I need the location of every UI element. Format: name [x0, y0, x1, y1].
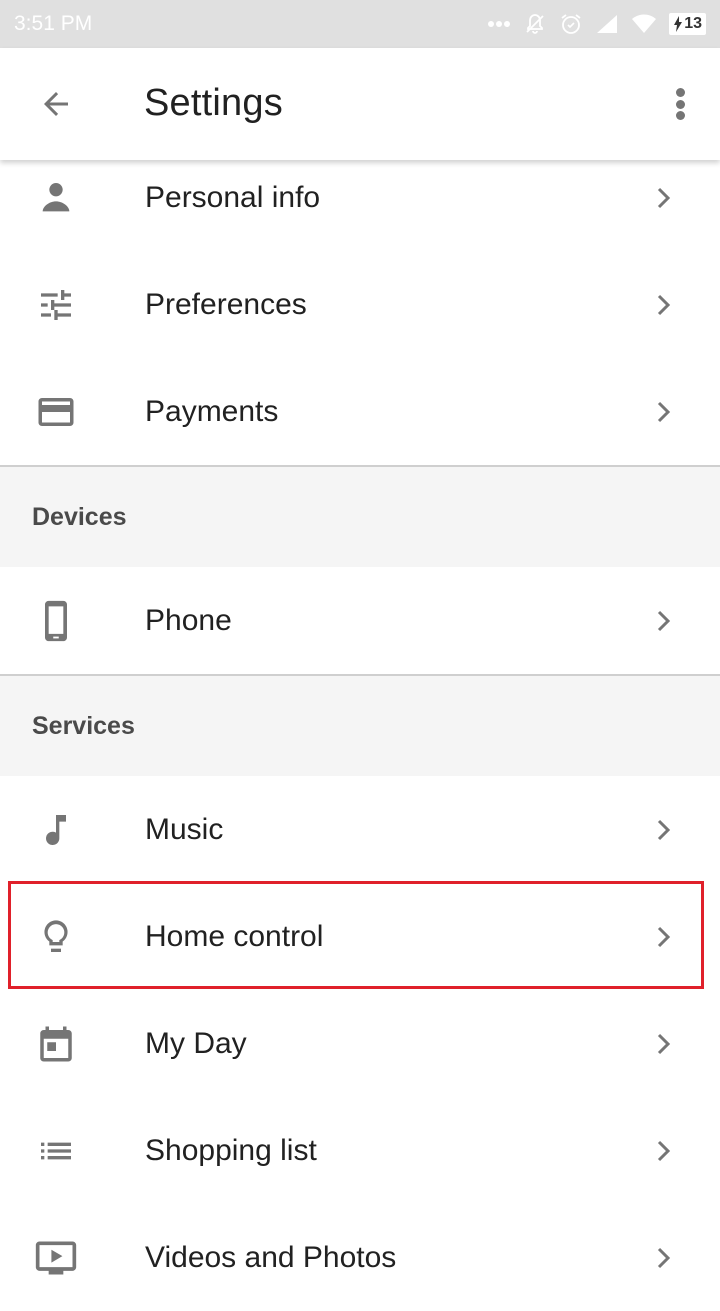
settings-item-label: Videos and Photos: [145, 1240, 397, 1274]
status-bar: 3:51 PM 13: [0, 0, 720, 48]
settings-item-label: Payments: [145, 394, 279, 428]
more-vert-icon: [675, 88, 685, 97]
chevron-right-icon: [657, 1033, 671, 1054]
section-header-services: Services: [0, 674, 720, 776]
list-icon: [34, 1129, 78, 1173]
settings-item-label: Phone: [145, 603, 232, 637]
app-bar: Settings: [0, 48, 720, 160]
settings-item-home-control[interactable]: Home control: [0, 883, 720, 990]
chevron-right-icon: [657, 1247, 671, 1268]
settings-item-my-day[interactable]: My Day: [0, 990, 720, 1097]
chevron-right-icon: [657, 1140, 671, 1161]
signal-icon: [597, 15, 618, 33]
smartphone-icon: [34, 599, 78, 643]
calendar-icon: [34, 1022, 78, 1066]
wifi-icon: [632, 14, 657, 33]
battery-indicator: 13: [669, 13, 706, 35]
lightbulb-icon: [34, 915, 78, 959]
alarm-icon: [561, 14, 581, 34]
more-dots-icon: [488, 21, 511, 27]
music-note-icon: [34, 808, 78, 852]
settings-item-label: Preferences: [145, 287, 307, 321]
settings-item-label: My Day: [145, 1026, 247, 1060]
more-vert-dot: [675, 99, 685, 109]
settings-item-preferences[interactable]: Preferences: [0, 251, 720, 358]
arrow-back-icon: [44, 92, 68, 116]
status-icons: 13: [487, 12, 706, 36]
settings-item-label: Shopping list: [145, 1133, 317, 1167]
credit-card-icon: [34, 390, 78, 434]
battery-level: 13: [684, 15, 702, 32]
settings-item-shopping-list[interactable]: Shopping list: [0, 1097, 720, 1204]
more-options-button[interactable]: [668, 84, 692, 124]
tune-icon: [34, 283, 78, 327]
settings-item-payments[interactable]: Payments: [0, 358, 720, 465]
chevron-right-icon: [657, 401, 671, 422]
more-vert-dot: [675, 111, 685, 120]
back-button[interactable]: [32, 84, 80, 124]
settings-item-label: Personal info: [145, 180, 321, 214]
person-icon: [34, 176, 78, 220]
settings-item-label: Home control: [145, 919, 324, 953]
settings-item-music[interactable]: Music: [0, 776, 720, 883]
settings-item-personal-info[interactable]: Personal info: [0, 144, 720, 251]
settings-item-phone[interactable]: Phone: [0, 567, 720, 674]
chevron-right-icon: [657, 187, 671, 208]
silent-bell-icon: [526, 14, 544, 34]
battery-charging-icon: [674, 16, 683, 32]
chevron-right-icon: [657, 819, 671, 840]
chevron-right-icon: [657, 926, 671, 947]
settings-item-videos-photos[interactable]: Videos and Photos: [0, 1204, 720, 1311]
settings-item-label: Music: [145, 812, 224, 846]
chevron-right-icon: [657, 294, 671, 315]
section-header-devices: Devices: [0, 465, 720, 567]
status-time: 3:51 PM: [14, 12, 93, 35]
settings-list: Personal info Preferences Payments Devic…: [0, 144, 720, 1311]
tv-play-icon: [34, 1236, 78, 1280]
page-title: Settings: [144, 82, 283, 124]
chevron-right-icon: [657, 610, 671, 631]
